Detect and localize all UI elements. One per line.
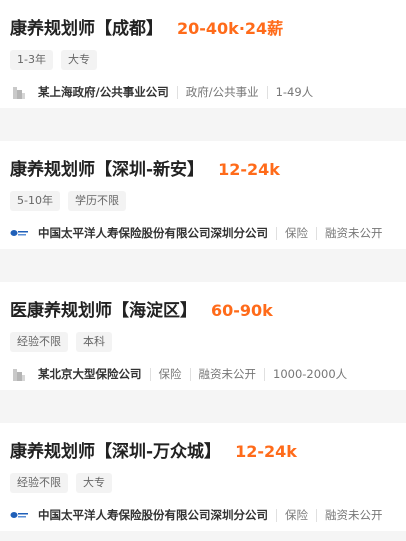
card-separator [0, 108, 406, 141]
job-card[interactable]: 康养规划师【深圳-新安】 12-24k 5-10年 学历不限 中国太平洋人寿保险… [0, 141, 406, 249]
company-industry: 保险 [149, 367, 182, 381]
job-title-row: 康养规划师【成都】 20-40k·24薪 [10, 14, 283, 39]
education-tag: 学历不限 [67, 191, 126, 211]
experience-tag: 经验不限 [10, 332, 68, 352]
job-card[interactable]: 康养规划师【成都】 20-40k·24薪 1-3年 大专 某上海政府/公共事业公… [0, 0, 406, 108]
company-name[interactable]: 中国太平洋人寿保险股份有限公司深圳分公司 [38, 507, 268, 523]
job-tags: 1-3年 大专 [10, 50, 97, 70]
company-row[interactable]: 某上海政府/公共事业公司 政府/公共事业 1-49人 [10, 84, 406, 100]
job-title-row: 康养规划师【深圳-万众城】 12-24k [10, 437, 297, 462]
company-funding: 融资未公开 [316, 226, 383, 240]
company-name[interactable]: 某上海政府/公共事业公司 [38, 84, 169, 100]
building-logo-icon [10, 366, 28, 382]
company-name[interactable]: 某北京大型保险公司 [38, 366, 142, 382]
job-title[interactable]: 康养规划师【深圳-万众城】 [10, 437, 221, 462]
job-tags: 经验不限 大专 [10, 473, 112, 493]
company-name[interactable]: 中国太平洋人寿保险股份有限公司深圳分公司 [38, 225, 268, 241]
job-card[interactable]: 医康养规划师【海淀区】 60-90k 经验不限 本科 某北京大型保险公司 保险 … [0, 282, 406, 390]
experience-tag: 经验不限 [10, 473, 68, 493]
job-title-row: 医康养规划师【海淀区】 60-90k [10, 296, 273, 321]
job-title-row: 康养规划师【深圳-新安】 12-24k [10, 155, 280, 180]
company-size: 1000-2000人 [264, 367, 347, 381]
company-industry: 政府/公共事业 [176, 85, 259, 99]
company-industry: 保险 [276, 226, 308, 240]
job-title[interactable]: 医康养规划师【海淀区】 [10, 296, 197, 321]
company-size: 1-49人 [266, 85, 313, 99]
job-title[interactable]: 康养规划师【深圳-新安】 [10, 155, 204, 180]
education-tag: 大专 [60, 50, 97, 70]
company-row[interactable]: 中国太平洋人寿保险股份有限公司深圳分公司 保险 融资未公开 [10, 225, 406, 241]
experience-tag: 1-3年 [10, 50, 53, 70]
company-funding: 融资未公开 [316, 508, 383, 522]
salary: 60-90k [211, 301, 273, 320]
job-title[interactable]: 康养规划师【成都】 [10, 14, 163, 39]
experience-tag: 5-10年 [10, 191, 60, 211]
job-card[interactable]: 康养规划师【深圳-万众城】 12-24k 经验不限 大专 中国太平洋人寿保险股份… [0, 423, 406, 531]
education-tag: 本科 [76, 332, 112, 352]
cpic-logo-icon [10, 225, 28, 241]
company-funding: 融资未公开 [189, 367, 256, 381]
card-separator [0, 390, 406, 423]
card-separator [0, 249, 406, 282]
building-logo-icon [10, 84, 28, 100]
education-tag: 大专 [76, 473, 112, 493]
job-tags: 经验不限 本科 [10, 332, 112, 352]
job-list: 康养规划师【成都】 20-40k·24薪 1-3年 大专 某上海政府/公共事业公… [0, 0, 406, 531]
job-tags: 5-10年 学历不限 [10, 191, 126, 211]
company-industry: 保险 [276, 508, 308, 522]
salary: 20-40k·24薪 [177, 19, 284, 38]
salary: 12-24k [235, 442, 297, 461]
company-row[interactable]: 中国太平洋人寿保险股份有限公司深圳分公司 保险 融资未公开 [10, 507, 406, 523]
company-row[interactable]: 某北京大型保险公司 保险 融资未公开 1000-2000人 [10, 366, 406, 382]
salary: 12-24k [218, 160, 280, 179]
cpic-logo-icon [10, 507, 28, 523]
